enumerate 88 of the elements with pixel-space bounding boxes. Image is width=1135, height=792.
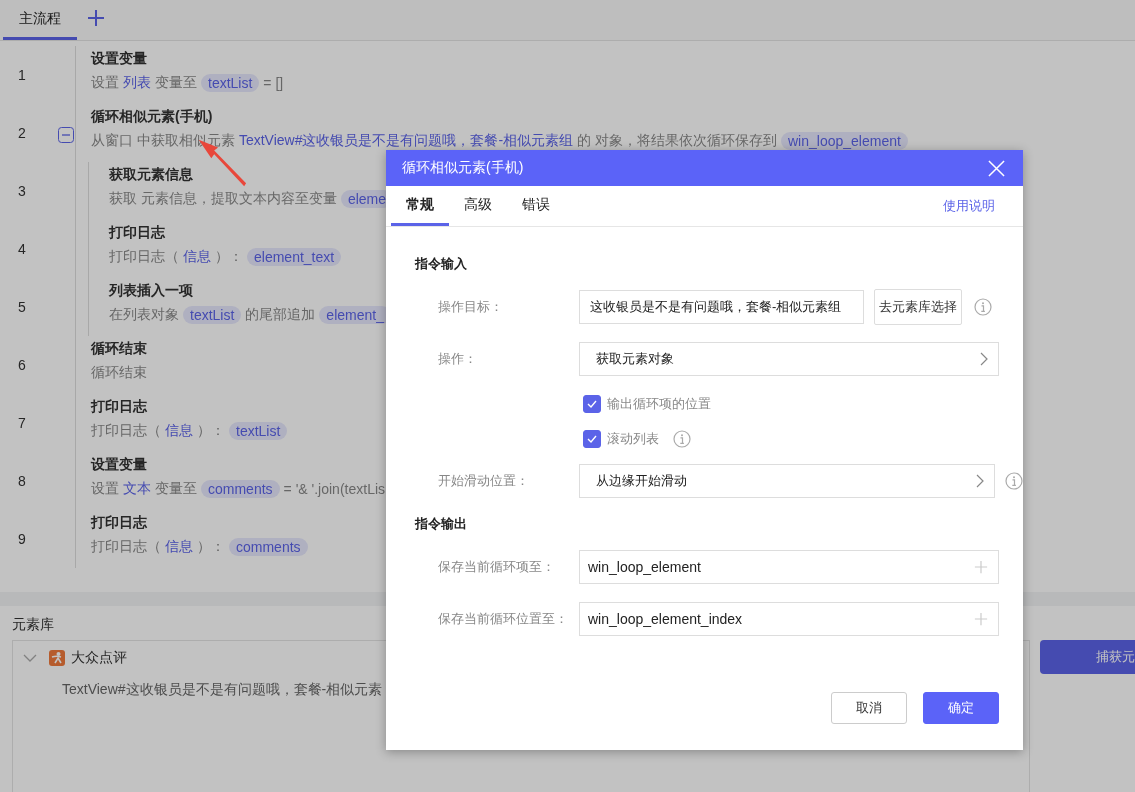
step-text: 的尾部追加	[245, 306, 316, 324]
step-title: 获取元素信息	[109, 166, 193, 184]
line-number: 4	[18, 241, 26, 257]
app-name[interactable]: 大众点评	[71, 649, 127, 667]
checkbox-label: 滚动列表	[607, 430, 659, 448]
field-label: 操作：	[437, 350, 478, 368]
element-item[interactable]: TextView#这收银员是不是有问题哦，套餐-相似元素	[62, 681, 383, 699]
app-icon	[49, 650, 65, 666]
step-text: 循环结束	[91, 364, 147, 382]
pick-button[interactable]: 去元素库选择	[874, 289, 962, 325]
dialog-tab[interactable]: 高级	[449, 186, 507, 226]
line-number: 9	[18, 531, 26, 547]
section-heading: 指令输入	[415, 255, 467, 273]
step-text: = '& '.join(textLis	[283, 481, 386, 497]
section-heading: 指令输出	[415, 515, 467, 533]
line-number: 3	[18, 183, 26, 199]
variable-tag: comments	[201, 480, 280, 498]
dialog-title: 循环相似元素(手机)	[402, 159, 524, 177]
line-number: 2	[18, 125, 26, 141]
line-number: 1	[18, 67, 26, 83]
field-label: 开始滑动位置：	[437, 472, 530, 490]
step-title: 循环结束	[91, 340, 147, 358]
dialog-tab[interactable]: 常规	[391, 186, 449, 226]
line-number: 6	[18, 357, 26, 373]
step-text: 的 对象，将结果依次循环保存到	[577, 132, 777, 150]
line-number: 8	[18, 473, 26, 489]
step-text: 获取 元素信息，提取文本内容至变量	[109, 190, 337, 208]
step-title: 打印日志	[109, 224, 165, 242]
info-icon[interactable]	[974, 298, 992, 316]
line-number: 5	[18, 299, 26, 315]
step-text: 打印日志（	[91, 422, 161, 440]
step-title: 打印日志	[91, 514, 147, 532]
checkbox-label: 输出循环项的位置	[607, 395, 711, 413]
check-icon	[586, 398, 598, 410]
dialog-tab[interactable]: 错误	[507, 186, 565, 226]
chevron-right-icon	[980, 352, 988, 366]
step-text: 设置	[91, 480, 119, 498]
checkbox[interactable]	[583, 430, 601, 448]
info-icon[interactable]	[673, 430, 691, 448]
variable-tag: textList	[201, 74, 260, 92]
close-icon[interactable]	[988, 159, 1005, 177]
step-link[interactable]: 文本	[123, 480, 151, 498]
step-text: 打印日志（	[91, 538, 161, 556]
step-text: = []	[263, 75, 284, 91]
variable-tag: win_loop_element	[781, 132, 908, 150]
step-text: ）：	[197, 538, 225, 556]
info-icon[interactable]	[1005, 472, 1023, 490]
select-field[interactable]: 获取元素对象	[579, 342, 999, 376]
step-title: 设置变量	[91, 456, 147, 474]
step-link[interactable]: 信息	[165, 538, 193, 556]
line-number: 7	[18, 415, 26, 431]
collapse-icon[interactable]	[58, 127, 74, 143]
step-link[interactable]: 信息	[165, 422, 193, 440]
step-title: 列表插入一项	[109, 282, 193, 300]
chevron-right-icon	[976, 474, 984, 488]
variable-field[interactable]: win_loop_element	[579, 550, 999, 584]
step-link[interactable]: 列表	[123, 74, 151, 92]
step-text: ）：	[215, 248, 243, 266]
field-label: 操作目标：	[437, 298, 504, 316]
library-title: 元素库	[12, 616, 54, 634]
step-text: ）：	[197, 422, 225, 440]
step-link[interactable]: 信息	[183, 248, 211, 266]
capture-button[interactable]: 捕获元	[1040, 640, 1135, 674]
variable-tag: element_text	[247, 248, 342, 266]
step-text: 打印日志（	[109, 248, 179, 266]
input-field[interactable]: 这收银员是不是有问题哦，套餐-相似元素组	[579, 290, 864, 324]
step-title: 打印日志	[91, 398, 147, 416]
confirm-button[interactable]: 确定	[923, 692, 999, 724]
variable-field[interactable]: win_loop_element_index	[579, 602, 999, 636]
check-icon	[586, 433, 598, 445]
step-title: 循环相似元素(手机)	[91, 108, 213, 126]
checkbox[interactable]	[583, 395, 601, 413]
variable-tag: comments	[229, 538, 308, 556]
help-link[interactable]: 使用说明	[943, 197, 995, 215]
step-text: 变量至	[155, 480, 197, 498]
step-text: 在列表对象	[109, 306, 179, 324]
select-field[interactable]: 从边缘开始滑动	[579, 464, 995, 498]
cancel-button[interactable]: 取消	[831, 692, 907, 724]
step-text: 变量至	[155, 74, 197, 92]
step-title: 设置变量	[91, 50, 147, 68]
step-text: 设置	[91, 74, 119, 92]
field-label: 保存当前循环项至：	[437, 558, 556, 576]
variable-tag: textList	[229, 422, 288, 440]
field-label: 保存当前循环位置至：	[437, 610, 569, 628]
variable-tag: textList	[183, 306, 242, 324]
flow-tab[interactable]: 主流程	[3, 0, 77, 40]
step-link[interactable]: TextView#这收银员是不是有问题哦，套餐-相似元素组	[238, 132, 574, 150]
add-icon[interactable]	[87, 9, 105, 27]
